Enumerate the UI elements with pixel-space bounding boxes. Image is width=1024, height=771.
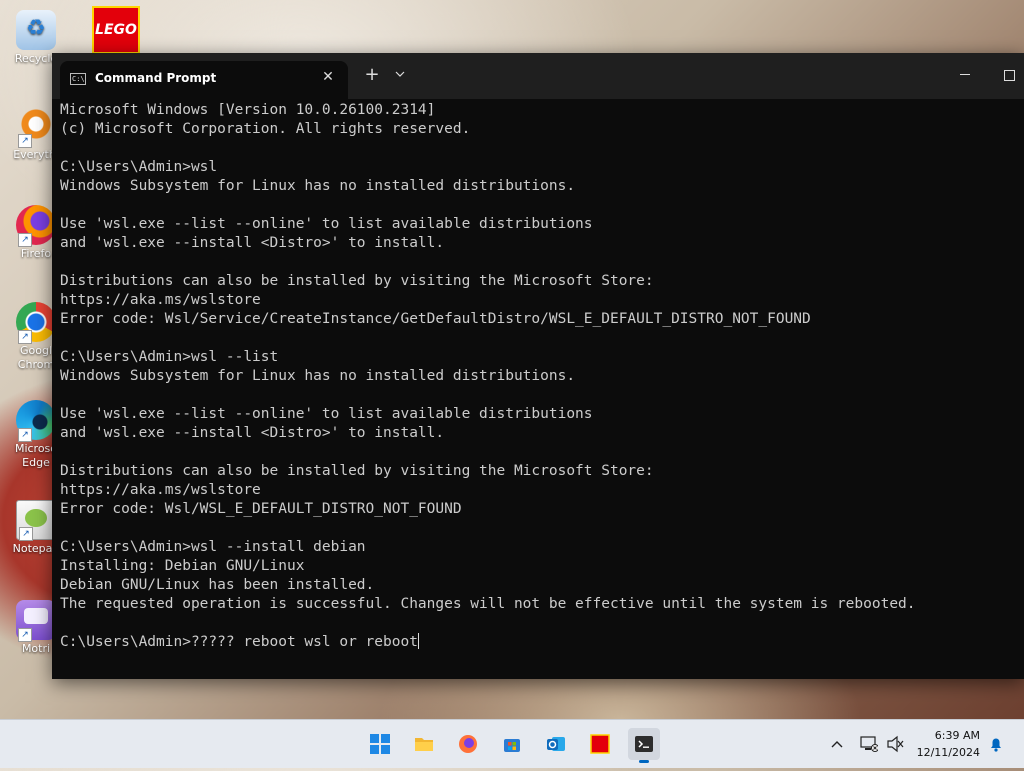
tab-dropdown-button[interactable] — [392, 67, 408, 80]
notifications-button[interactable] — [988, 720, 1004, 768]
shortcut-arrow-icon: ↗ — [19, 527, 33, 541]
console-line: Windows Subsystem for Linux has no insta… — [60, 368, 576, 384]
console-input-line[interactable]: C:\Users\Admin>????? reboot wsl or reboo… — [60, 633, 1016, 652]
desktop-icon-label: Firefo — [20, 247, 52, 260]
console-line: C:\Users\Admin>wsl --list — [60, 349, 279, 365]
lego-icon — [590, 734, 610, 754]
console-input-text: C:\Users\Admin>????? reboot wsl or reboo… — [60, 634, 418, 650]
store-icon — [504, 739, 520, 752]
taskbar-lego[interactable] — [584, 728, 616, 760]
console-line: Distributions can also be installed by v… — [60, 273, 654, 289]
tray-network-status[interactable] — [860, 720, 879, 768]
chevron-down-icon — [395, 71, 405, 77]
taskbar-firefox[interactable] — [452, 728, 484, 760]
active-app-indicator — [639, 760, 649, 763]
edge-icon: ↗ — [16, 400, 56, 442]
tab-close-button[interactable]: ✕ — [320, 69, 336, 85]
folder-icon — [415, 738, 433, 751]
bell-icon — [991, 738, 1001, 752]
taskbar-start-button[interactable] — [364, 728, 396, 760]
shortcut-arrow-icon: ↗ — [18, 233, 32, 247]
maximize-button[interactable] — [996, 65, 1022, 85]
command-prompt-icon: C:\ — [70, 73, 86, 85]
console-line: (c) Microsoft Corporation. All rights re… — [60, 121, 471, 137]
console-line: https://aka.ms/wslstore — [60, 482, 261, 498]
console-line: https://aka.ms/wslstore — [60, 292, 261, 308]
tray-overflow-button[interactable] — [830, 720, 844, 768]
recycle-bin-icon: ♻ — [16, 10, 56, 50]
taskbar-microsoft-store[interactable] — [496, 728, 528, 760]
motrix-icon: ↗ — [16, 600, 56, 642]
console-line: Error code: Wsl/Service/CreateInstance/G… — [60, 311, 811, 327]
shortcut-arrow-icon: ↗ — [18, 428, 32, 442]
terminal-window: C:\ Command Prompt ✕ + Microsoft Windows… — [52, 53, 1024, 679]
console-line: Installing: Debian GNU/Linux — [60, 558, 305, 574]
desktop-icon-label: Motri — [21, 642, 51, 655]
desktop-icon-label: Recycle — [14, 52, 58, 65]
clock-time[interactable]: 6:39 AM — [935, 729, 980, 742]
desktop-icon-label: Googl Chrom — [17, 344, 55, 371]
terminal-icon — [635, 736, 653, 752]
console-line: Use 'wsl.exe --list --online' to list av… — [60, 216, 593, 232]
tray-volume[interactable] — [886, 720, 904, 768]
tab-title: Command Prompt — [95, 71, 217, 85]
console-line: C:\Users\Admin>wsl --install debian — [60, 539, 366, 555]
clock-date[interactable]: 12/11/2024 — [917, 746, 980, 759]
taskbar: 6:39 AM 12/11/2024 — [0, 719, 1024, 768]
chevron-up-icon — [831, 741, 843, 748]
console-line: Debian GNU/Linux has been installed. — [60, 577, 375, 593]
text-cursor — [417, 633, 419, 649]
lego-desktop-icon[interactable]: LEGO — [92, 6, 140, 54]
taskbar-terminal[interactable] — [628, 728, 660, 763]
shortcut-arrow-icon: ↗ — [18, 134, 32, 148]
console-line: The requested operation is successful. C… — [60, 596, 916, 612]
console-line: C:\Users\Admin>wsl — [60, 159, 218, 175]
lego-logo-text: LEGO — [95, 22, 137, 38]
tab-command-prompt[interactable]: C:\ Command Prompt ✕ — [60, 61, 348, 99]
volume-muted-icon — [887, 735, 904, 753]
firefox-icon: ↗ — [16, 205, 56, 247]
console-line: Use 'wsl.exe --list --online' to list av… — [60, 406, 593, 422]
console-line: Error code: Wsl/WSL_E_DEFAULT_DISTRO_NOT… — [60, 501, 462, 517]
console-line: and 'wsl.exe --install <Distro>' to inst… — [60, 425, 445, 441]
shortcut-arrow-icon: ↗ — [18, 628, 32, 642]
firefox-icon — [459, 735, 477, 753]
console-line: and 'wsl.exe --install <Distro>' to inst… — [60, 235, 445, 251]
title-bar[interactable]: C:\ Command Prompt ✕ + — [52, 53, 1024, 99]
network-disconnected-icon — [860, 736, 879, 752]
console-output[interactable]: Microsoft Windows [Version 10.0.26100.23… — [60, 101, 1016, 679]
taskbar-outlook[interactable] — [540, 728, 572, 760]
windows-start-icon — [370, 734, 390, 754]
new-tab-button[interactable]: + — [362, 65, 382, 85]
shortcut-arrow-icon: ↗ — [18, 330, 32, 344]
outlook-icon — [547, 737, 565, 751]
taskbar-file-explorer[interactable] — [408, 728, 440, 760]
chrome-icon: ↗ — [16, 302, 56, 344]
console-line: Distributions can also be installed by v… — [60, 463, 654, 479]
notepadpp-icon: ↗ — [16, 500, 56, 541]
everything-search-icon: ↗ — [16, 106, 56, 148]
console-line: Windows Subsystem for Linux has no insta… — [60, 178, 576, 194]
minimize-button[interactable] — [952, 65, 978, 85]
console-line: Microsoft Windows [Version 10.0.26100.23… — [60, 102, 436, 118]
